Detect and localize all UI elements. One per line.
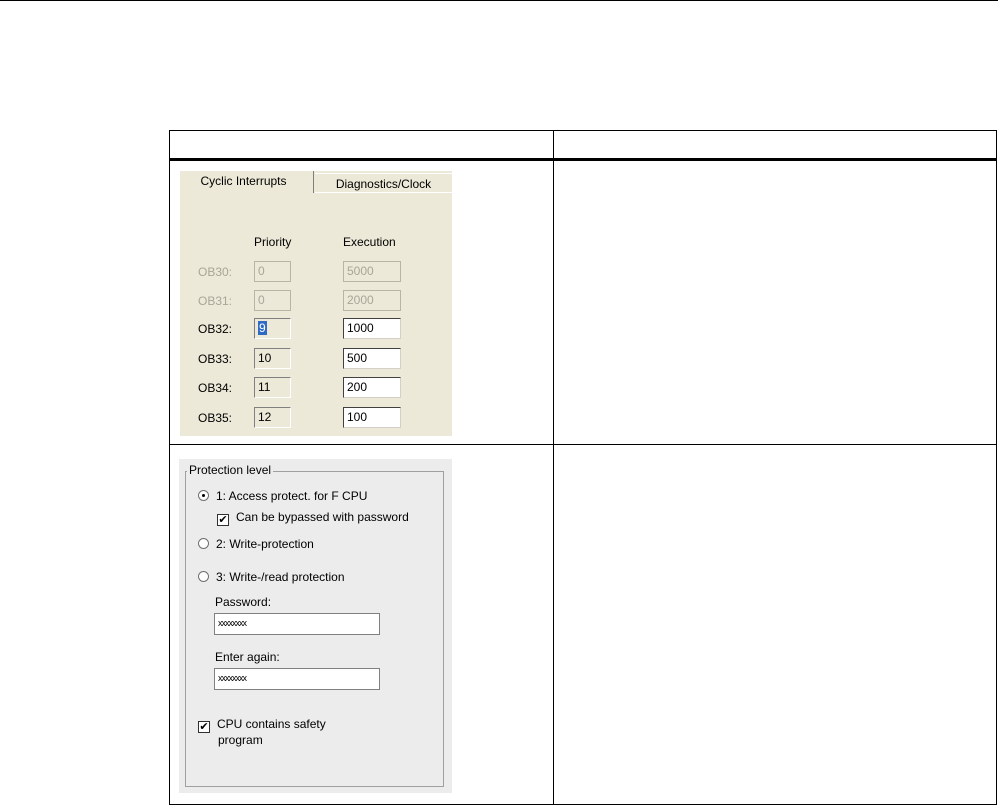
radio-selected-icon[interactable] — [198, 490, 209, 501]
execution-field[interactable]: 200 — [343, 377, 401, 398]
protection-panel: Protection level 1: Access protect. for … — [179, 459, 452, 793]
ob-label: OB32: — [198, 322, 233, 336]
priority-field: 0 — [254, 261, 291, 282]
tab-diagnostics-clock[interactable]: Diagnostics/Clock — [315, 173, 452, 193]
ob-row-ob31: OB31: 0 2000 — [180, 290, 452, 312]
cyclic-interrupts-panel: Cyclic Interrupts Diagnostics/Clock Prio… — [180, 171, 452, 436]
password-input[interactable]: xxxxxxxx — [214, 613, 380, 635]
checkbox-checked-icon[interactable]: ✔ — [217, 514, 229, 526]
checkbox-checked-icon[interactable]: ✔ — [198, 721, 210, 733]
execution-field: 2000 — [343, 290, 401, 311]
option-label: 3: Write-/read protection — [216, 570, 345, 584]
ob-row-ob32: OB32: 9 1000 — [180, 318, 452, 340]
enter-again-label: Enter again: — [215, 650, 280, 664]
safety-program-checkbox[interactable]: ✔ CPU contains safety — [198, 717, 326, 733]
enter-again-input[interactable]: xxxxxxxx — [214, 668, 380, 690]
ob-row-ob30: OB30: 0 5000 — [180, 261, 452, 283]
selected-text: 9 — [258, 321, 267, 335]
radio-unselected-icon[interactable] — [198, 571, 209, 582]
password-label: Password: — [215, 595, 272, 609]
execution-field[interactable]: 500 — [343, 348, 401, 369]
ob-label: OB34: — [198, 381, 233, 395]
execution-field[interactable]: 100 — [343, 407, 401, 428]
tab-cyclic-interrupts[interactable]: Cyclic Interrupts — [180, 171, 314, 193]
ob-row-ob35: OB35: 12 100 — [180, 407, 452, 429]
option-label: 1: Access protect. for F CPU — [216, 489, 368, 503]
option-access-protect[interactable]: 1: Access protect. for F CPU — [198, 489, 367, 503]
option-label: Can be bypassed with password — [236, 510, 409, 524]
execution-field[interactable]: 1000 — [343, 318, 401, 339]
table-column-divider — [553, 131, 554, 804]
page-top-rule — [0, 0, 998, 1]
execution-column-header: Execution — [343, 235, 396, 249]
protection-level-title: Protection level — [187, 463, 274, 477]
priority-field: 0 — [254, 290, 291, 311]
table-header-rule — [170, 158, 996, 161]
priority-column-header: Priority — [254, 235, 292, 249]
option-label: 2: Write-protection — [216, 537, 314, 551]
ob-label: OB31: — [198, 294, 233, 308]
option-write-protection[interactable]: 2: Write-protection — [198, 537, 314, 551]
priority-field[interactable]: 9 — [254, 318, 291, 339]
option-bypass-password[interactable]: ✔ Can be bypassed with password — [217, 510, 409, 526]
execution-field: 5000 — [343, 261, 401, 282]
ob-label: OB33: — [198, 352, 233, 366]
ob-row-ob33: OB33: 10 500 — [180, 348, 452, 370]
ob-label: OB35: — [198, 411, 233, 425]
ob-row-ob34: OB34: 11 200 — [180, 377, 452, 399]
option-write-read-protection[interactable]: 3: Write-/read protection — [198, 570, 345, 584]
priority-field[interactable]: 11 — [254, 377, 291, 398]
priority-field[interactable]: 10 — [254, 348, 291, 369]
option-label: CPU contains safety — [217, 717, 326, 731]
ob-label: OB30: — [198, 265, 233, 279]
radio-unselected-icon[interactable] — [198, 538, 209, 549]
table-row-divider — [170, 444, 996, 445]
priority-field[interactable]: 12 — [254, 407, 291, 428]
safety-program-label-line2: program — [218, 733, 263, 747]
